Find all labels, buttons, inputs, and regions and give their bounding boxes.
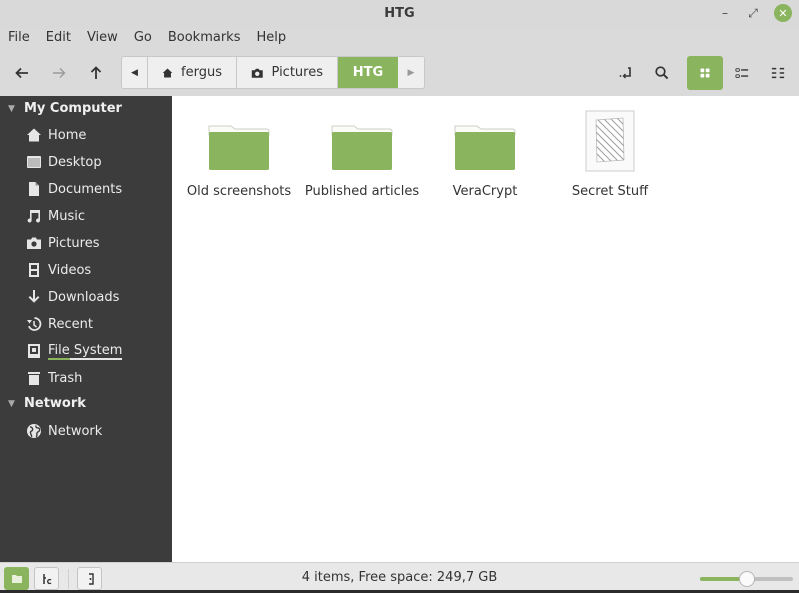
grid-icon (700, 68, 710, 78)
globe-icon (27, 424, 41, 438)
sidebar-item-trash[interactable]: Trash (26, 368, 82, 388)
close-button[interactable]: ✕ (774, 4, 792, 22)
folder-icon (208, 125, 270, 170)
file-item[interactable]: Secret Stuff (548, 106, 672, 199)
status-text: 4 items, Free space: 249,7 GB (301, 570, 498, 585)
breadcrumb-htg[interactable]: HTG (338, 57, 398, 88)
camera-icon (27, 237, 41, 249)
menu-file[interactable]: File (0, 28, 38, 50)
zoom-slider[interactable] (700, 571, 793, 587)
sidebar-item-documents[interactable]: Documents (26, 179, 122, 199)
sidebar-item-label: Pictures (48, 235, 100, 251)
arrow-left-icon (15, 67, 28, 79)
toggle-location-button[interactable] (611, 58, 641, 88)
document-icon (29, 182, 39, 196)
section-title: Network (24, 396, 86, 411)
sidebar-item-network[interactable]: Network (26, 421, 102, 441)
file-name: VeraCrypt (452, 184, 518, 199)
home-icon (162, 68, 173, 77)
sidebar-item-music[interactable]: Music (26, 206, 85, 226)
breadcrumb-label: Pictures (271, 65, 323, 80)
menu-go[interactable]: Go (126, 28, 160, 50)
file-name: Old screenshots (186, 184, 292, 199)
sidebar-item-label: File System (48, 342, 123, 360)
menu-help[interactable]: Help (248, 28, 294, 50)
breadcrumb: ◀ fergus Pictures HTG ▶ (121, 56, 425, 89)
up-button[interactable] (81, 58, 111, 88)
minimize-button[interactable]: – (716, 4, 734, 22)
sidebar-item-label: Documents (48, 181, 123, 197)
folder-icon (331, 125, 393, 170)
section-title: My Computer (24, 101, 122, 116)
compact-list-icon (771, 67, 785, 79)
sidebar-item-videos[interactable]: Videos (26, 260, 91, 280)
maximize-button[interactable]: ⤢ (744, 4, 762, 22)
sidebar: ▼ My Computer Home Desktop Documents Mus… (0, 96, 172, 562)
sidebar-item-home[interactable]: Home (26, 125, 86, 145)
icon-view-button[interactable] (687, 56, 723, 90)
folder-icon (454, 125, 516, 170)
search-icon (655, 66, 669, 80)
camera-icon (251, 68, 263, 78)
sidebar-item-downloads[interactable]: Downloads (26, 287, 119, 307)
file-name: Secret Stuff (571, 184, 649, 199)
recent-icon (27, 317, 42, 331)
sidebar-item-label: Downloads (48, 289, 120, 305)
forward-button[interactable] (44, 58, 74, 88)
file-view[interactable]: Old screenshots Published articles VeraC… (172, 96, 799, 562)
menu-bookmarks[interactable]: Bookmarks (160, 28, 249, 50)
sidebar-item-label: Trash (48, 370, 83, 386)
unknown-file-icon (585, 110, 635, 172)
folder-item[interactable]: VeraCrypt (423, 106, 547, 199)
sidebar-item-desktop[interactable]: Desktop (26, 152, 102, 172)
drive-icon (28, 344, 40, 358)
collapse-icon: ▼ (8, 398, 15, 409)
breadcrumb-pictures[interactable]: Pictures (237, 57, 338, 88)
folder-item[interactable]: Old screenshots (177, 106, 301, 199)
desktop-icon (27, 156, 41, 168)
sidebar-item-label: Recent (48, 316, 93, 332)
sidebar-section-my-computer[interactable]: ▼ My Computer (8, 101, 122, 116)
file-name: Published articles (304, 184, 420, 199)
download-icon (28, 290, 40, 303)
sidebar-section-network[interactable]: ▼ Network (8, 396, 86, 411)
sidebar-item-label: Desktop (48, 154, 102, 170)
sidebar-item-pictures[interactable]: Pictures (26, 233, 99, 253)
status-bar: 4 items, Free space: 249,7 GB (0, 562, 799, 593)
compact-view-button[interactable] (763, 58, 793, 88)
zoom-slider-thumb[interactable] (738, 571, 755, 587)
breadcrumb-label: fergus (181, 65, 222, 80)
trash-icon (28, 372, 40, 385)
menu-edit[interactable]: Edit (38, 28, 79, 50)
arrow-up-icon (90, 66, 102, 79)
list-icon (735, 68, 749, 78)
sidebar-item-label: Videos (48, 262, 92, 278)
collapse-icon: ▼ (8, 103, 15, 114)
menu-view[interactable]: View (79, 28, 126, 50)
home-icon (27, 128, 41, 142)
back-button[interactable] (7, 58, 37, 88)
sidebar-item-file-system[interactable]: File System (26, 341, 123, 361)
title-bar: HTG – ⤢ ✕ (0, 0, 799, 28)
breadcrumb-scroll-left[interactable]: ◀ (122, 57, 148, 88)
sidebar-item-label: Music (48, 208, 85, 224)
film-icon (29, 263, 39, 277)
sidebar-item-label: Network (48, 423, 103, 439)
music-icon (27, 210, 40, 223)
breadcrumb-fergus[interactable]: fergus (148, 57, 237, 88)
location-entry-icon (619, 67, 631, 79)
folder-item[interactable]: Published articles (300, 106, 424, 199)
search-button[interactable] (647, 58, 677, 88)
sidebar-item-recent[interactable]: Recent (26, 314, 93, 334)
window-title: HTG (384, 6, 415, 21)
menu-bar: File Edit View Go Bookmarks Help (0, 28, 799, 50)
breadcrumb-scroll-right[interactable]: ▶ (398, 57, 424, 88)
arrow-right-icon (53, 68, 66, 78)
list-view-button[interactable] (727, 58, 757, 88)
sidebar-item-label: Home (48, 127, 87, 143)
